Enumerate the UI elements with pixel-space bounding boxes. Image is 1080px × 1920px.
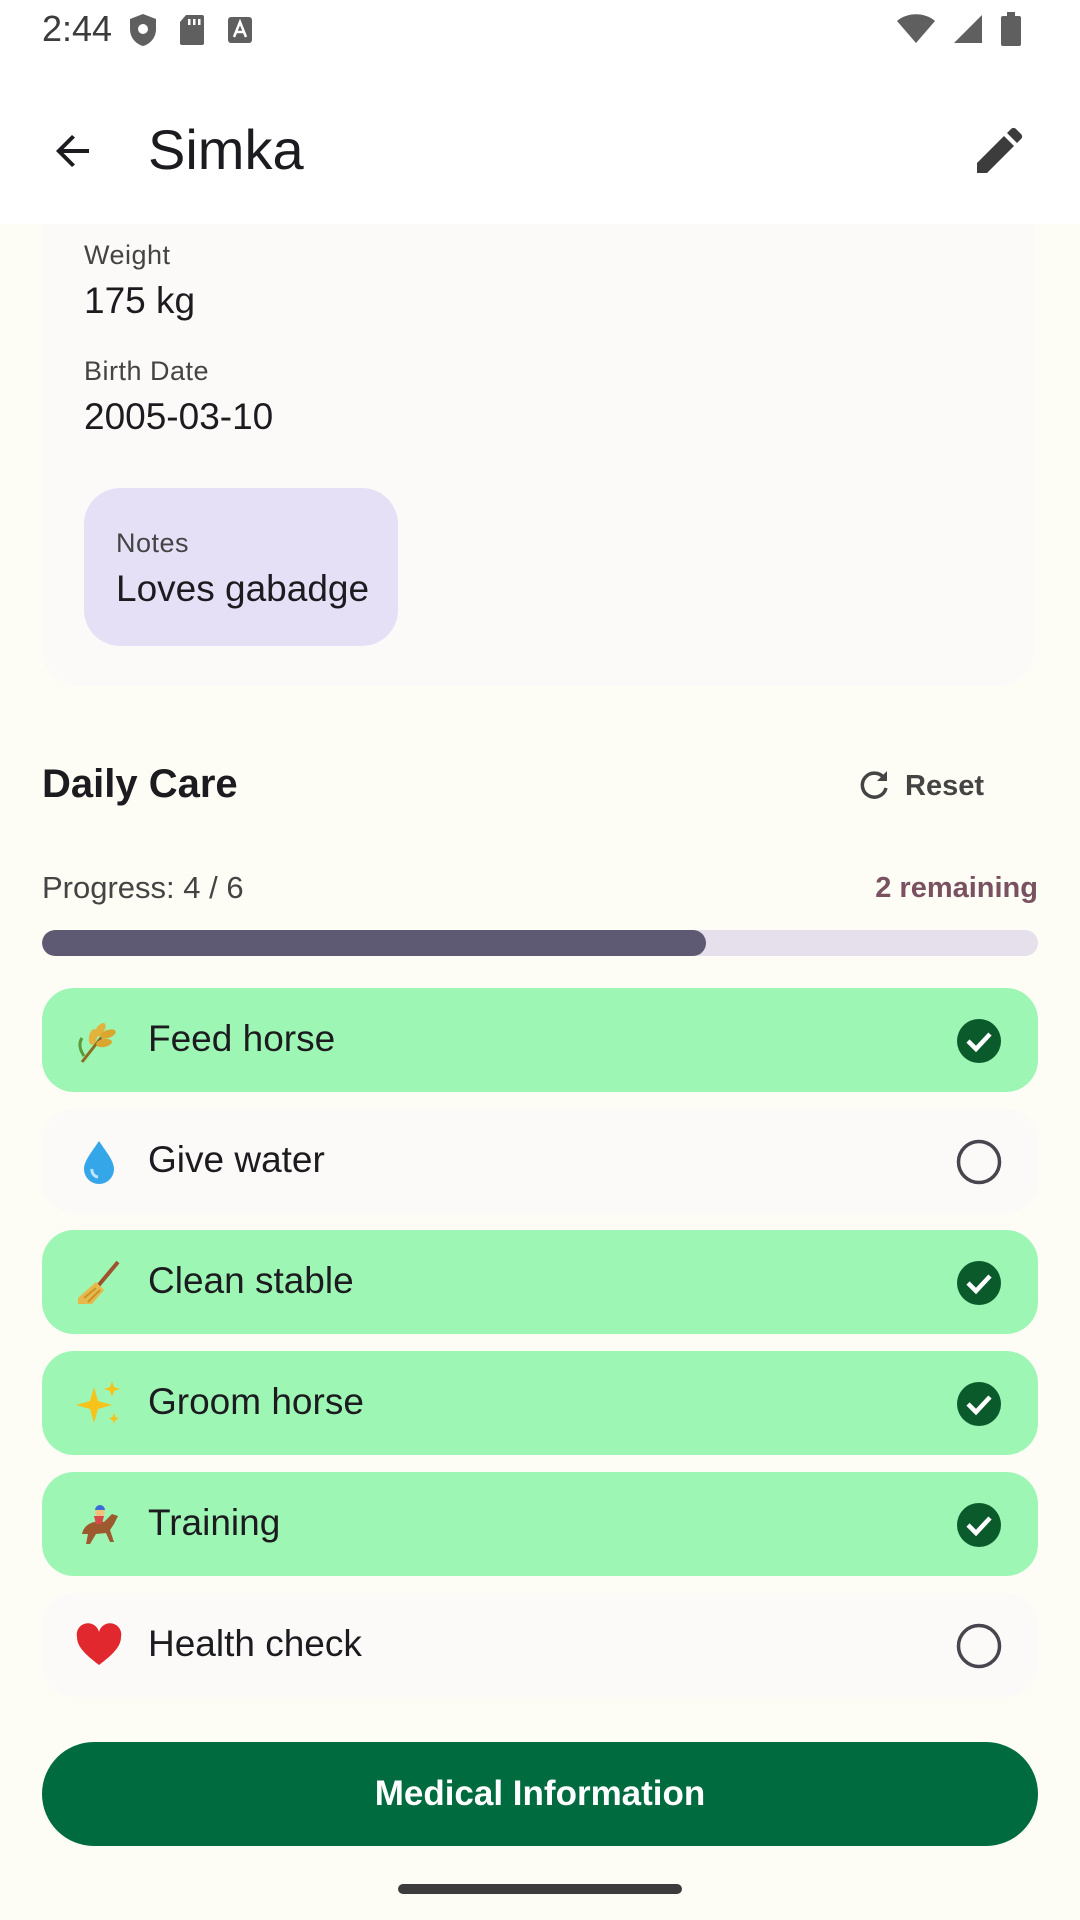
refresh-icon <box>860 771 888 799</box>
weight-label: Weight <box>84 240 171 270</box>
text-a-icon <box>228 17 252 43</box>
task-item-training[interactable]: Training <box>42 1472 1038 1576</box>
shield-icon <box>130 14 156 46</box>
status-bar: 2:44 <box>0 0 1080 62</box>
wifi-icon <box>897 14 935 43</box>
notes-chip: Notes Loves gabadge <box>84 488 398 646</box>
battery-icon <box>1001 12 1021 46</box>
horse-info-card: Weight 175 kg Birth Date 2005-03-10 Note… <box>42 224 1034 686</box>
check-circle-icon[interactable] <box>956 1502 1002 1548</box>
empty-circle-icon[interactable] <box>956 1623 1002 1669</box>
status-left-icons <box>128 12 254 48</box>
reset-button[interactable]: Reset <box>857 764 984 808</box>
task-item-feed-horse[interactable]: Feed horse <box>42 988 1038 1092</box>
edit-button[interactable] <box>960 112 1038 190</box>
task-label: Feed horse <box>148 1018 336 1059</box>
check-circle-icon[interactable] <box>956 1381 1002 1427</box>
task-label: Training <box>148 1502 281 1543</box>
birth-date-label: Birth Date <box>84 356 210 386</box>
status-right-icons <box>896 12 1022 46</box>
back-button[interactable] <box>34 112 112 190</box>
task-item-clean-stable[interactable]: Clean stable <box>42 1230 1038 1334</box>
page-title: Simka <box>148 118 304 181</box>
birth-date-value: 2005-03-10 <box>84 396 274 437</box>
remaining-text: 2 remaining <box>875 872 1038 904</box>
medical-information-label: Medical Information <box>374 1774 706 1813</box>
task-item-give-water[interactable]: Give water <box>42 1109 1038 1213</box>
daily-care-title: Daily Care <box>42 762 238 806</box>
check-circle-icon[interactable] <box>956 1260 1002 1306</box>
app-bar: Simka <box>0 62 1080 224</box>
reset-label: Reset <box>905 769 984 802</box>
sd-card-icon <box>180 15 204 45</box>
heart-icon <box>74 1621 124 1671</box>
check-circle-icon[interactable] <box>956 1018 1002 1064</box>
task-label: Give water <box>148 1139 325 1180</box>
task-item-health-check[interactable]: Health check <box>42 1593 1038 1697</box>
notes-label: Notes <box>116 528 190 558</box>
sparkles-icon <box>74 1379 124 1429</box>
signal-icon <box>954 15 982 43</box>
task-item-groom-horse[interactable]: Groom horse <box>42 1351 1038 1455</box>
task-label: Health check <box>148 1623 362 1664</box>
weight-value: 175 kg <box>84 280 196 321</box>
empty-circle-icon[interactable] <box>956 1139 1002 1185</box>
task-label: Clean stable <box>148 1260 354 1301</box>
horse-racing-icon <box>74 1500 124 1550</box>
notes-value: Loves gabadge <box>116 568 370 609</box>
broom-icon <box>74 1258 124 1308</box>
water-drop-icon <box>74 1137 124 1187</box>
home-indicator[interactable] <box>398 1884 682 1894</box>
pencil-icon <box>977 127 1023 173</box>
status-time: 2:44 <box>42 8 113 49</box>
medical-information-button[interactable]: Medical Information <box>42 1742 1038 1846</box>
progress-fill <box>42 930 707 956</box>
wheat-icon <box>74 1016 124 1066</box>
progress-text: Progress: 4 / 6 <box>42 870 244 905</box>
task-label: Groom horse <box>148 1381 364 1422</box>
arrow-back-icon <box>56 135 89 167</box>
progress-bar <box>42 930 1038 956</box>
